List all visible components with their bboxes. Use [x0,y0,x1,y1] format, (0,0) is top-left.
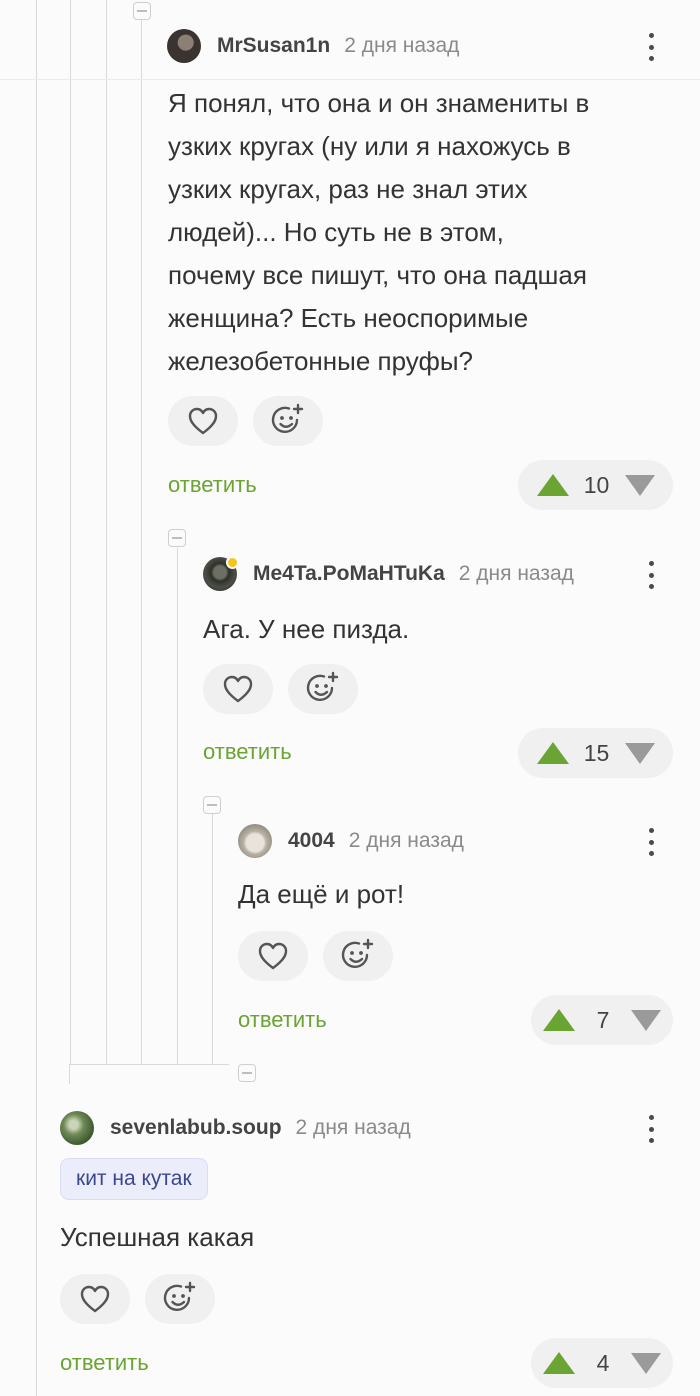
community-tag[interactable]: кит на кутак [60,1158,208,1200]
thread-line [177,548,178,1064]
like-button[interactable] [168,396,238,446]
heart-icon [80,1285,110,1313]
add-emoji-icon [306,671,339,701]
add-emoji-icon [163,1281,196,1311]
more-vertical-icon[interactable] [646,826,656,858]
collapse-thread-icon[interactable] [168,529,186,547]
downvote-arrow-icon[interactable] [631,1352,661,1374]
reply-link[interactable]: ответить [168,472,257,498]
upvote-arrow-icon[interactable] [536,474,569,496]
vote-score: 7 [596,1006,610,1033]
vote-control: 7 [531,995,673,1045]
comment-header: MrSusan1n 2 дня назад [167,28,459,64]
more-vertical-icon[interactable] [646,31,656,63]
avatar[interactable] [203,556,239,591]
vote-control: 15 [518,728,673,778]
username[interactable]: MrSusan1n [217,34,330,58]
more-vertical-icon[interactable] [646,1113,656,1145]
comment-header: Me4Ta.PoMaHTuKa 2 дня назад [203,556,574,592]
thread-line [212,814,213,1064]
username[interactable]: Me4Ta.PoMaHTuKa [253,562,445,586]
avatar[interactable] [60,1111,94,1145]
comment-header: 4004 2 дня назад [238,823,464,859]
downvote-arrow-icon[interactable] [624,474,655,496]
avatar[interactable] [238,824,272,858]
thread-line [106,0,107,1064]
react-button[interactable] [145,1274,215,1324]
username[interactable]: sevenlabub.soup [110,1116,282,1140]
comment-time[interactable]: 2 дня назад [349,829,464,853]
online-badge [226,556,239,569]
comment-text: Ага. У нее пизда. [203,614,410,644]
thread-line [36,0,37,1396]
downvote-arrow-icon[interactable] [631,1009,661,1031]
collapse-thread-icon[interactable] [133,2,151,20]
collapse-thread-icon[interactable] [238,1064,256,1082]
heart-icon [258,942,288,970]
collapse-thread-icon[interactable] [203,796,221,814]
thread-line [70,0,71,1064]
vote-score: 15 [583,739,610,766]
add-emoji-icon [341,938,374,968]
upvote-arrow-icon[interactable] [543,1009,575,1031]
comment-time[interactable]: 2 дня назад [344,34,459,58]
upvote-arrow-icon[interactable] [543,1352,575,1374]
react-button[interactable] [253,396,323,446]
thread-line [69,1064,70,1084]
vote-score: 10 [583,471,610,498]
avatar[interactable] [167,29,201,63]
react-button[interactable] [288,664,358,714]
reply-link[interactable]: ответить [203,739,292,765]
react-button[interactable] [323,931,393,981]
heart-icon [188,407,218,435]
username[interactable]: 4004 [288,829,335,853]
comment-time[interactable]: 2 дня назад [459,562,574,586]
like-button[interactable] [60,1274,130,1324]
comment-time[interactable]: 2 дня назад [296,1116,411,1140]
vote-control: 4 [531,1338,673,1388]
thread-line [141,18,142,1064]
heart-icon [223,675,253,703]
vote-score: 4 [596,1349,610,1376]
comment-header: sevenlabub.soup 2 дня назад [60,1110,411,1146]
reply-link[interactable]: ответить [238,1007,327,1033]
add-emoji-icon [271,403,304,433]
vote-control: 10 [518,460,673,510]
more-vertical-icon[interactable] [646,559,656,591]
thread-connector [69,1064,229,1065]
reply-link[interactable]: ответить [60,1350,149,1376]
upvote-arrow-icon[interactable] [536,742,569,764]
downvote-arrow-icon[interactable] [624,742,655,764]
like-button[interactable] [203,664,273,714]
comment-text: Успешная какая [60,1222,255,1252]
like-button[interactable] [238,931,308,981]
comment-text: Да ещё и рот! [238,879,405,909]
comment-text: Я понял, что она и он знамениты в узких … [168,88,590,376]
sticky-header-divider [0,79,700,80]
